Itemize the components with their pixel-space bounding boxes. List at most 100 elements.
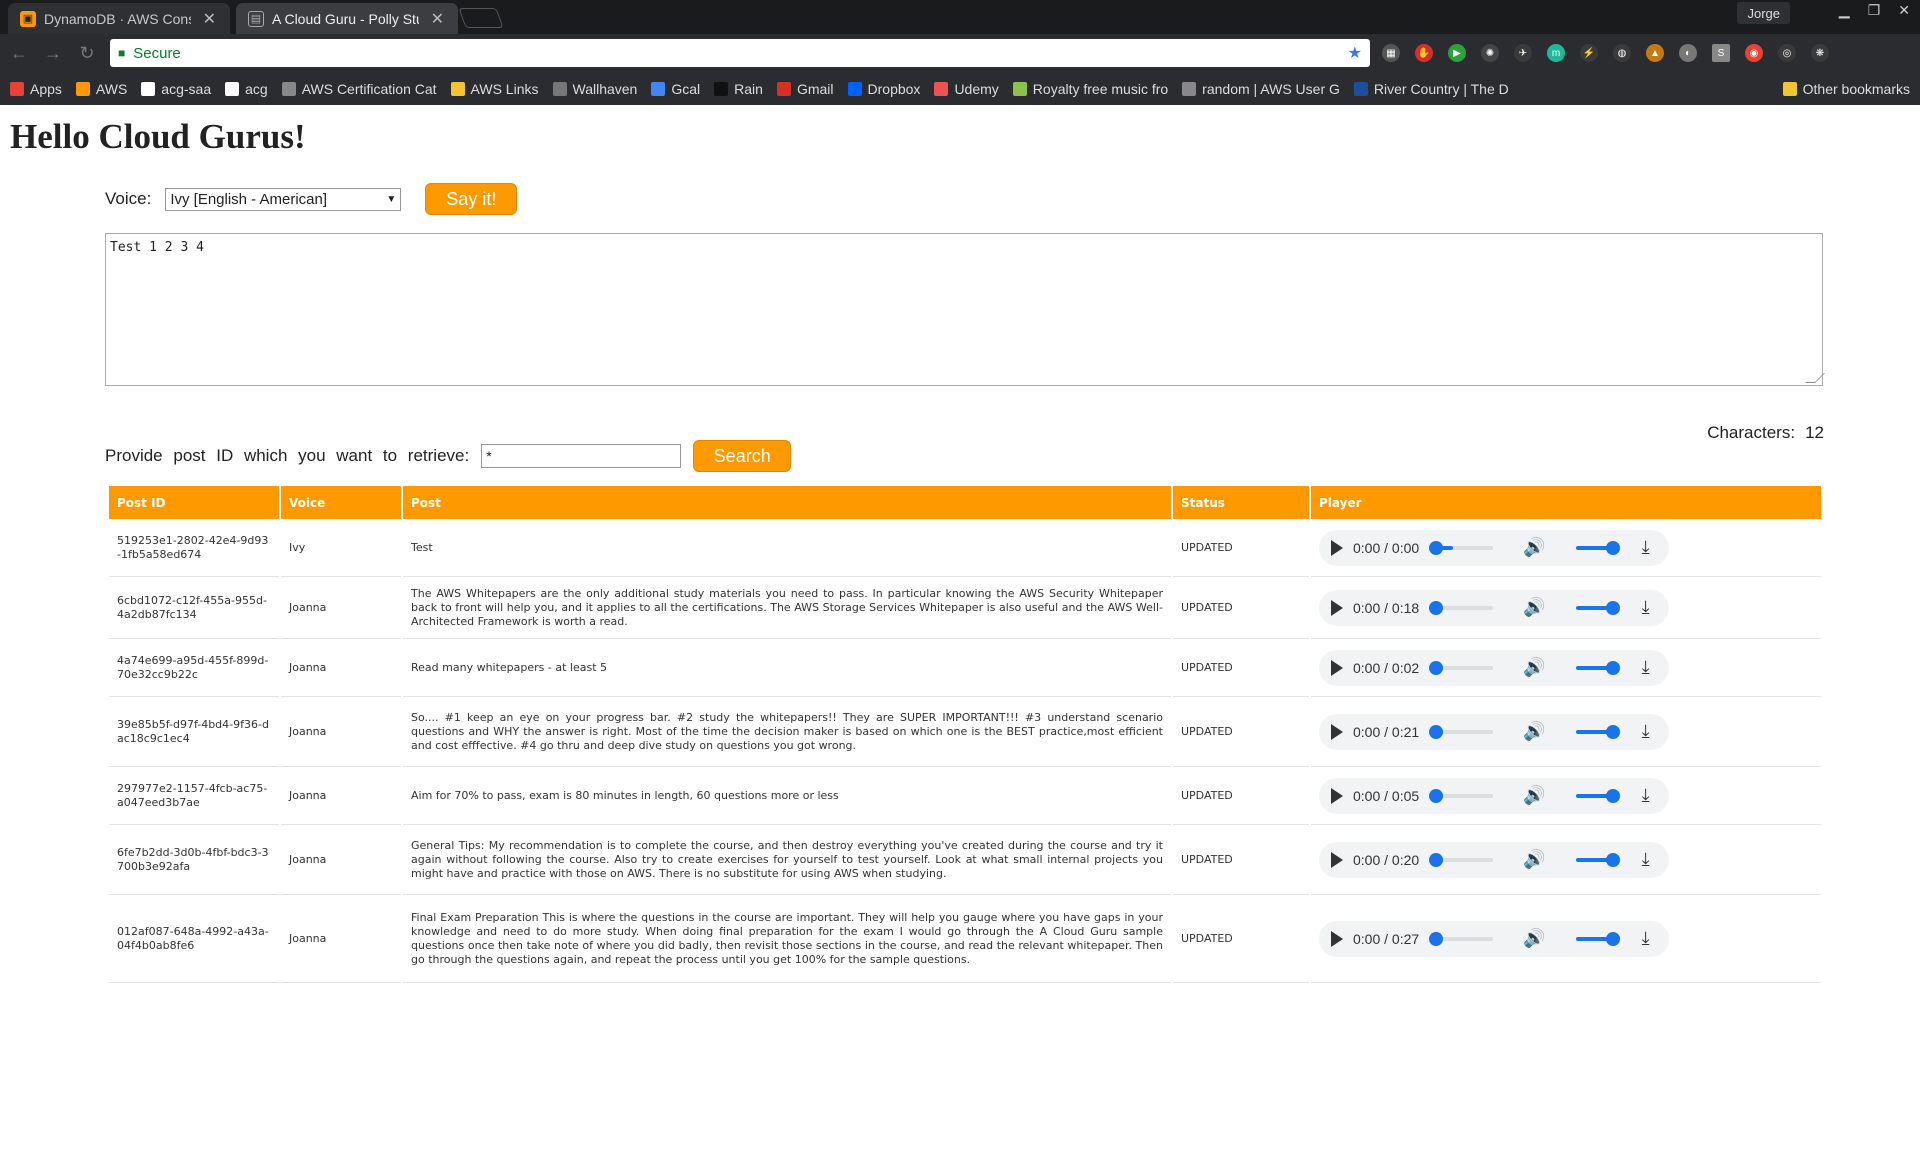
tab-polly-studio[interactable]: ▤ A Cloud Guru - Polly Stu ✕ <box>236 3 458 34</box>
download-icon[interactable]: ⤓ <box>1642 597 1650 618</box>
search-button[interactable]: Search <box>693 440 792 472</box>
bookmark-item[interactable]: Apps <box>10 81 62 97</box>
close-tab-icon[interactable]: ✕ <box>431 9 444 29</box>
download-icon[interactable]: ⤓ <box>1642 849 1650 870</box>
post-cell: Final Exam Preparation This is where the… <box>403 895 1171 983</box>
play-icon[interactable] <box>1331 539 1343 556</box>
status-cell: UPDATED <box>1173 519 1309 577</box>
volume-slider[interactable] <box>1575 931 1620 946</box>
volume-slider[interactable] <box>1575 724 1620 739</box>
play-icon[interactable] <box>1331 851 1343 868</box>
extension-icon[interactable]: ✈ <box>1514 44 1532 62</box>
bookmark-item[interactable]: acg-saa <box>141 81 211 97</box>
download-icon[interactable]: ⤓ <box>1642 721 1650 742</box>
bookmark-label: Royalty free music fro <box>1032 80 1169 97</box>
extension-icon[interactable]: ❋ <box>1811 44 1829 62</box>
post-textarea[interactable]: Test 1 2 3 4 <box>105 233 1825 386</box>
volume-icon[interactable]: 🔊 <box>1523 849 1545 870</box>
bookmark-item[interactable]: Gmail <box>776 80 834 97</box>
post-cell: General Tips: My recommendation is to co… <box>403 825 1171 895</box>
bookmark-favicon-icon <box>450 81 465 96</box>
seek-slider[interactable] <box>1429 660 1494 675</box>
adblock-icon[interactable]: ✋ <box>1415 44 1433 62</box>
extension-icon[interactable]: ▲ <box>1646 44 1664 62</box>
play-icon[interactable] <box>1331 787 1343 804</box>
table-header-row: Post ID Voice Post Status Player <box>109 486 1821 519</box>
bookmark-item[interactable]: River Country | The D <box>1353 81 1509 97</box>
seek-slider[interactable] <box>1429 788 1494 803</box>
bookmark-label: Gmail <box>796 80 834 97</box>
volume-slider[interactable] <box>1575 660 1620 675</box>
bookmark-label: acg <box>245 80 268 97</box>
seek-slider[interactable] <box>1429 852 1494 867</box>
volume-icon[interactable]: 🔊 <box>1523 597 1545 618</box>
download-icon[interactable]: ⤓ <box>1642 785 1650 806</box>
character-counter: Characters: 12 <box>1707 423 1824 443</box>
bookmark-item[interactable]: Royalty free music fro <box>1012 80 1169 97</box>
bookmark-item[interactable]: Udemy <box>934 81 999 97</box>
download-icon[interactable]: ⤓ <box>1642 928 1650 949</box>
audio-player: 0:00 / 0:18 🔊 ⤓ <box>1319 589 1669 626</box>
play-icon[interactable] <box>1331 723 1343 740</box>
play-icon[interactable] <box>1331 659 1343 676</box>
seek-slider[interactable] <box>1429 931 1494 946</box>
bookmark-item[interactable]: AWS <box>75 81 127 97</box>
bookmark-star-icon[interactable]: ★ <box>1348 43 1362 63</box>
volume-slider[interactable] <box>1575 600 1620 615</box>
close-tab-icon[interactable]: ✕ <box>203 9 216 29</box>
volume-slider[interactable] <box>1575 788 1620 803</box>
address-bar[interactable]: ■ Secure ★ <box>110 39 1370 67</box>
volume-icon[interactable]: 🔊 <box>1523 657 1545 678</box>
extension-icon[interactable]: ◍ <box>1613 44 1631 62</box>
forward-arrow-icon[interactable]: → <box>42 43 64 64</box>
play-icon[interactable] <box>1331 930 1343 947</box>
say-it-button[interactable]: Say it! <box>425 183 518 215</box>
bookmark-item[interactable]: acg <box>225 81 268 97</box>
bookmark-item[interactable]: Dropbox <box>847 81 920 97</box>
volume-icon[interactable]: 🔊 <box>1523 537 1545 558</box>
restore-icon[interactable]: ❐ <box>1868 2 1881 19</box>
download-icon[interactable]: ⤓ <box>1642 657 1650 678</box>
seek-slider[interactable] <box>1429 600 1494 615</box>
extension-icon[interactable]: ◐ <box>1679 44 1697 62</box>
extension-icon[interactable]: ▦ <box>1382 44 1400 62</box>
extension-icon[interactable]: ✺ <box>1481 44 1499 62</box>
minimize-icon[interactable]: ▁ <box>1839 2 1850 19</box>
bookmark-item[interactable]: random | AWS User G <box>1182 81 1340 97</box>
tab-dynamodb[interactable]: ▣ DynamoDB · AWS Conso ✕ <box>8 3 230 34</box>
bookmark-item[interactable]: Wallhaven <box>552 81 637 97</box>
resize-handle[interactable] <box>1805 373 1825 383</box>
bookmark-item[interactable]: AWS Certification Cat <box>281 81 437 97</box>
back-arrow-icon[interactable]: ← <box>8 43 30 64</box>
volume-slider[interactable] <box>1575 852 1620 867</box>
close-window-icon[interactable]: ✕ <box>1898 2 1910 19</box>
column-header-voice: Voice <box>281 486 401 519</box>
seek-slider[interactable] <box>1429 540 1494 555</box>
bookmark-item[interactable]: AWS Links <box>450 81 539 97</box>
volume-slider[interactable] <box>1575 540 1620 555</box>
post-id-input[interactable]: * <box>481 444 682 468</box>
extension-icon[interactable]: m <box>1547 44 1565 62</box>
volume-icon[interactable]: 🔊 <box>1523 785 1545 806</box>
extension-icon[interactable]: ◉ <box>1745 44 1763 62</box>
player-time: 0:00 / 0:21 <box>1353 723 1420 740</box>
play-icon[interactable] <box>1331 599 1343 616</box>
player-cell: 0:00 / 0:20 🔊 ⤓ <box>1311 825 1821 895</box>
eye-icon[interactable]: ◎ <box>1778 44 1796 62</box>
bookmark-favicon-icon <box>141 81 156 96</box>
extension-icon[interactable]: ⚡ <box>1580 44 1598 62</box>
voice-select[interactable]: Ivy [English - American] ▼ <box>165 187 402 211</box>
audio-player: 0:00 / 0:20 🔊 ⤓ <box>1319 841 1669 878</box>
extension-icon[interactable]: S <box>1712 44 1730 62</box>
reload-icon[interactable]: ↻ <box>76 43 98 64</box>
seek-slider[interactable] <box>1429 724 1494 739</box>
profile-button[interactable]: Jorge <box>1737 2 1790 24</box>
download-icon[interactable]: ⤓ <box>1642 537 1650 558</box>
bookmark-item[interactable]: Gcal <box>651 81 700 97</box>
bookmark-item[interactable]: Rain <box>714 81 763 97</box>
extension-icon[interactable]: ▶ <box>1448 44 1466 62</box>
volume-icon[interactable]: 🔊 <box>1523 928 1545 949</box>
volume-icon[interactable]: 🔊 <box>1523 721 1545 742</box>
new-tab-button[interactable] <box>458 8 504 28</box>
other-bookmarks[interactable]: Other bookmarks <box>1782 81 1910 97</box>
